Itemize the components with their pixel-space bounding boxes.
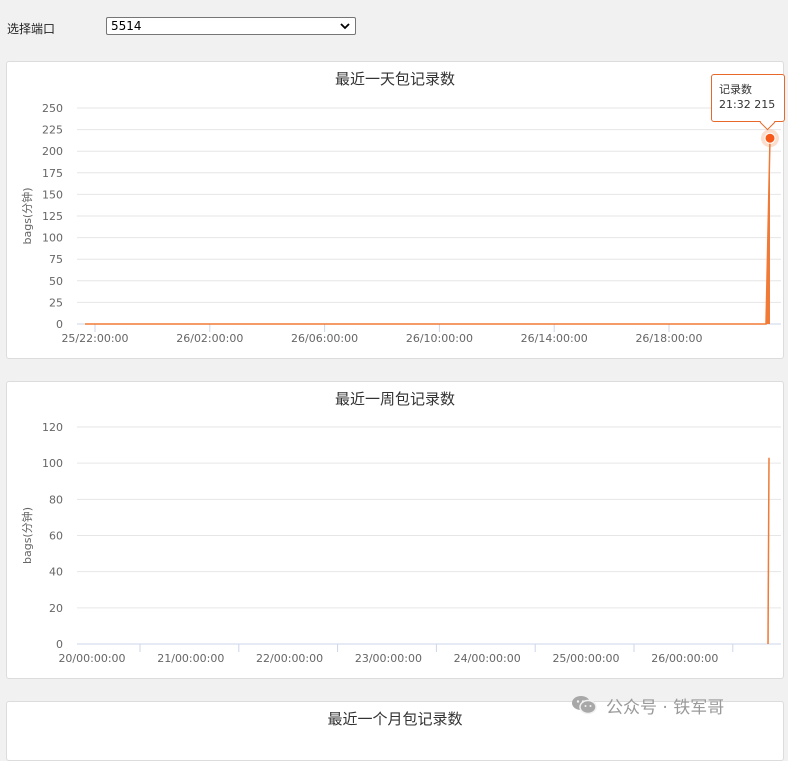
highlight-point — [764, 132, 776, 144]
y-tick-label: 40 — [49, 566, 63, 579]
port-selector-row: 选择端口 5514 — [0, 0, 788, 52]
port-select-value: 5514 — [111, 19, 142, 33]
x-tick-label: 22/00:00:00 — [256, 652, 323, 665]
chevron-down-icon — [340, 23, 350, 30]
x-tick-label: 26/10:00:00 — [406, 332, 473, 345]
x-tick-label: 26/00:00:00 — [651, 652, 718, 665]
y-tick-label: 25 — [49, 296, 63, 309]
tooltip-value: 21:32 215 — [719, 98, 776, 111]
tooltip-series: 记录数 — [719, 83, 752, 96]
x-tick-label: 23/00:00:00 — [355, 652, 422, 665]
y-tick-label: 80 — [49, 493, 63, 506]
y-tick-label: 60 — [49, 530, 63, 543]
y-tick-label: 225 — [42, 124, 63, 137]
y-tick-label: 150 — [42, 188, 63, 201]
y-tick-label: 75 — [49, 253, 63, 266]
x-tick-label: 20/00:00:00 — [58, 652, 125, 665]
y-tick-label: 100 — [42, 457, 63, 470]
day-chart[interactable]: 0 25 50 75 100 125 150 175 200 225 250 bags(分钟) 25/2… — [7, 62, 783, 358]
watermark: 公众号 · 铁军哥 — [570, 694, 725, 718]
y-tick-label: 175 — [42, 167, 63, 180]
wechat-icon — [572, 696, 597, 715]
week-chart[interactable]: 0 20 40 60 80 100 120 bags(分钟) 20/00:00:00 21/00:… — [7, 382, 783, 678]
day-chart-panel: 最近一天包记录数 0 25 50 75 100 125 150 175 200 225 250 bag… — [6, 61, 784, 359]
y-tick-label: 200 — [42, 145, 63, 158]
port-label: 选择端口 — [7, 22, 56, 36]
y-tick-label: 250 — [42, 102, 63, 115]
y-tick-label: 0 — [56, 638, 63, 651]
y-tick-label: 50 — [49, 275, 63, 288]
x-tick-label: 26/02:00:00 — [176, 332, 243, 345]
series-line — [85, 138, 771, 325]
x-tick-label: 26/06:00:00 — [291, 332, 358, 345]
port-select[interactable]: 5514 — [106, 17, 356, 35]
y-axis-label: bags(分钟) — [20, 507, 34, 564]
series-line — [767, 457, 770, 645]
day-chart-tooltip: 记录数 21:32 215 — [711, 74, 785, 131]
x-tick-label: 24/00:00:00 — [454, 652, 521, 665]
watermark-text: 公众号 · 铁军哥 — [606, 697, 725, 718]
series-area — [85, 138, 770, 324]
y-tick-label: 100 — [42, 232, 63, 245]
y-tick-label: 120 — [42, 421, 63, 434]
x-tick-label: 25/22:00:00 — [61, 332, 128, 345]
x-tick-label: 26/18:00:00 — [635, 332, 702, 345]
week-chart-panel: 最近一周包记录数 0 20 40 60 80 100 120 bags(分钟) 20/00:00… — [6, 381, 784, 679]
y-tick-label: 125 — [42, 210, 63, 223]
x-tick-label: 26/14:00:00 — [521, 332, 588, 345]
x-tick-label: 25/00:00:00 — [552, 652, 619, 665]
y-axis-label: bags(分钟) — [20, 187, 34, 244]
x-tick-label: 21/00:00:00 — [157, 652, 224, 665]
y-tick-label: 20 — [49, 602, 63, 615]
y-tick-label: 0 — [56, 318, 63, 331]
